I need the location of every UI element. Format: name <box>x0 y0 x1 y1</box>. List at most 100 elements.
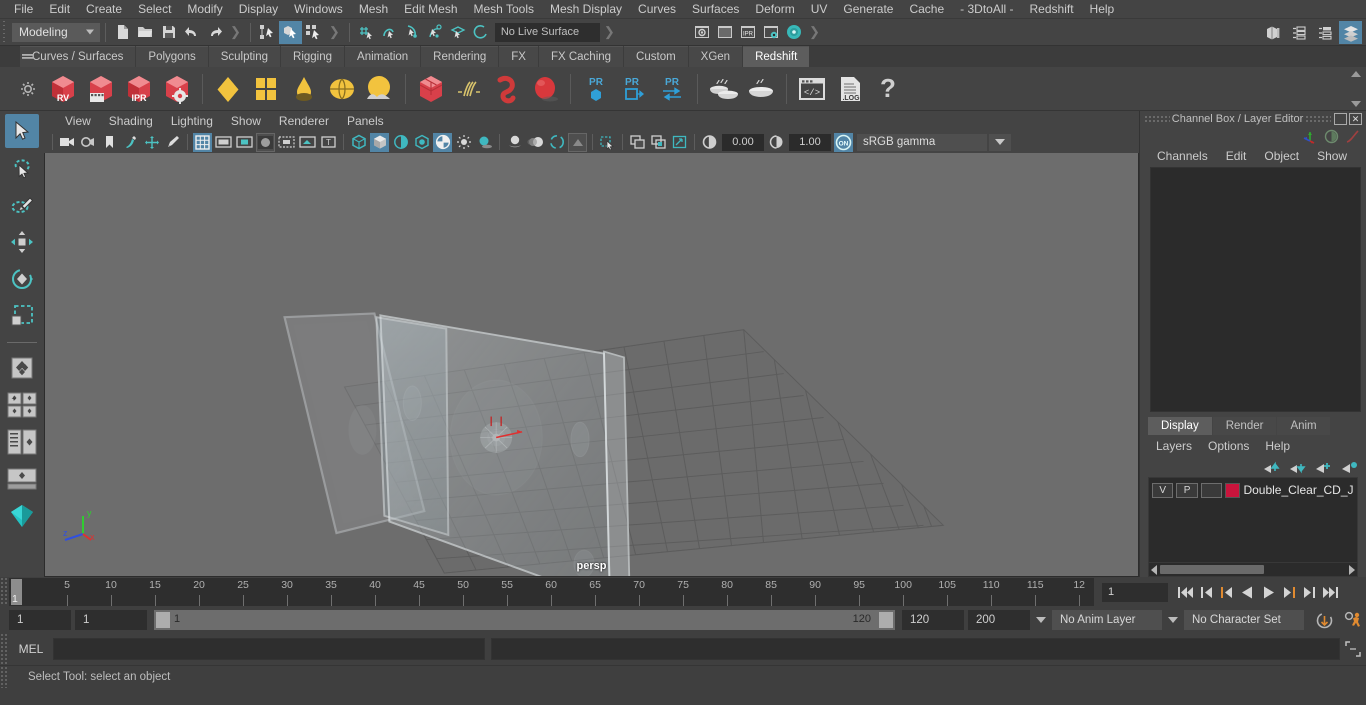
anim-layer-field[interactable]: No Anim Layer <box>1052 610 1162 630</box>
move-layer-down-icon[interactable] <box>1289 461 1306 474</box>
redo-icon[interactable] <box>203 21 226 44</box>
step-back-keyframe-icon[interactable] <box>1200 585 1214 600</box>
shelf-tab-sculpting[interactable]: Sculpting <box>208 46 281 67</box>
move-layer-up-icon[interactable] <box>1263 461 1280 474</box>
shadows-icon[interactable] <box>475 133 494 152</box>
command-language-label[interactable]: MEL <box>9 642 53 656</box>
shelf-button-redshift-ipr[interactable]: IPR <box>120 70 158 108</box>
curve-icon[interactable] <box>1345 129 1360 144</box>
show-hide-modeling-toolkit-icon[interactable] <box>1261 21 1284 44</box>
layer-tab-anim[interactable]: Anim <box>1277 417 1330 435</box>
range-bar[interactable]: 1 120 <box>154 610 895 630</box>
snap-to-grid-icon[interactable] <box>355 21 378 44</box>
isolate-select-icon[interactable] <box>598 133 617 152</box>
animation-preferences-icon[interactable] <box>1340 611 1366 630</box>
viewport-menu-panels[interactable]: Panels <box>338 113 393 129</box>
smooth-shade-selected-icon[interactable] <box>391 133 410 152</box>
camera-attributes-icon[interactable] <box>79 133 98 152</box>
step-forward-keyframe-icon[interactable] <box>1302 585 1316 600</box>
color-management-selector[interactable]: sRGB gamma <box>857 133 987 151</box>
render-current-frame-icon[interactable] <box>690 21 713 44</box>
shelf-tab-polygons[interactable]: Polygons <box>136 46 208 67</box>
go-to-start-icon[interactable] <box>1177 585 1194 600</box>
command-line-grip[interactable] <box>0 633 9 665</box>
menu-item-mesh-tools[interactable]: Mesh Tools <box>466 0 542 18</box>
duplicate-view-icon[interactable] <box>628 133 647 152</box>
shelf-button-redshift-material[interactable] <box>209 70 247 108</box>
select-by-object-icon[interactable] <box>278 20 302 44</box>
channel-box-layer-editor-icon[interactable] <box>1339 21 1362 44</box>
anim-layer-dropdown-arrow[interactable] <box>1034 610 1048 630</box>
go-to-end-icon[interactable] <box>1322 585 1339 600</box>
channel-box-menu-edit[interactable]: Edit <box>1217 148 1256 164</box>
shelf-tab-custom[interactable]: Custom <box>624 46 688 67</box>
scale-tool[interactable] <box>5 299 39 333</box>
menu-item-help[interactable]: Help <box>1082 0 1123 18</box>
menu-item-uv[interactable]: UV <box>803 0 836 18</box>
viewport-menu-shading[interactable]: Shading <box>100 113 162 129</box>
grid-toggle-icon[interactable] <box>193 132 212 152</box>
shelf-button-redshift-render-view[interactable]: RV <box>44 70 82 108</box>
layer-playback-toggle[interactable]: P <box>1176 482 1198 498</box>
menu-item-redshift[interactable]: Redshift <box>1022 0 1082 18</box>
axis-display-icon[interactable] <box>1301 129 1318 144</box>
layer-name[interactable]: Double_Clear_CD_Jew <box>1243 483 1354 497</box>
move-tool[interactable] <box>5 225 39 259</box>
script-editor-icon[interactable] <box>1344 640 1362 658</box>
layer-menu-help[interactable]: Help <box>1257 438 1298 454</box>
select-by-component-icon[interactable] <box>302 21 325 44</box>
character-set-dropdown-arrow[interactable] <box>1166 610 1180 630</box>
panel-grip-right[interactable] <box>1305 115 1331 123</box>
select-by-hierarchy-icon[interactable] <box>256 21 279 44</box>
shelf-tab-curves-surfaces[interactable]: Curves / Surfaces <box>20 46 136 67</box>
smooth-shade-all-icon[interactable] <box>370 132 389 152</box>
range-start-field[interactable]: 1 <box>75 610 147 630</box>
shelf-button-redshift-render-sequence[interactable] <box>82 70 120 108</box>
display-layer-row[interactable]: V P Double_Clear_CD_Jew <box>1149 480 1357 500</box>
screen-space-ao-icon[interactable] <box>505 133 524 152</box>
single-persp-layout[interactable] <box>5 462 39 496</box>
menu-item-windows[interactable]: Windows <box>286 0 351 18</box>
shelf-button-redshift-pr-export[interactable]: PR <box>615 70 653 108</box>
rotate-tool[interactable] <box>5 262 39 296</box>
channel-box-content[interactable] <box>1150 167 1361 412</box>
shelf-button-redshift-script-editor[interactable]: </> <box>793 70 831 108</box>
copy-view-icon[interactable] <box>649 133 668 152</box>
current-frame-field[interactable]: 1 <box>1102 582 1168 602</box>
attribute-editor-icon[interactable] <box>1287 21 1310 44</box>
ipr-render-icon[interactable]: IPR <box>736 21 759 44</box>
menu-item-modify[interactable]: Modify <box>179 0 230 18</box>
restore-icon[interactable] <box>1334 113 1347 125</box>
multisample-aa-icon[interactable] <box>547 133 566 152</box>
shelf-menu-icon[interactable] <box>20 49 36 63</box>
menu-item-generate[interactable]: Generate <box>835 0 901 18</box>
make-live-icon[interactable] <box>470 21 493 44</box>
menu-item-cache[interactable]: Cache <box>901 0 952 18</box>
shelf-tab-xgen[interactable]: XGen <box>688 46 743 67</box>
shelf-button-redshift-pr-object[interactable]: PR <box>577 70 615 108</box>
viewport-menu-show[interactable]: Show <box>222 113 270 129</box>
lasso-select-tool[interactable] <box>5 151 39 185</box>
menu-item-mesh[interactable]: Mesh <box>351 0 396 18</box>
render-region-icon[interactable] <box>713 21 736 44</box>
flat-shade-icon[interactable] <box>412 133 431 152</box>
viewport-menu-renderer[interactable]: Renderer <box>270 113 338 129</box>
menu-item-mesh-display[interactable]: Mesh Display <box>542 0 630 18</box>
shelf-button-redshift-hair[interactable] <box>450 70 488 108</box>
shelf-button-redshift-material-blender[interactable] <box>247 70 285 108</box>
layer-color-swatch[interactable] <box>1225 482 1241 498</box>
snap-to-projected-center-icon[interactable] <box>424 21 447 44</box>
layer-menu-layers[interactable]: Layers <box>1148 438 1200 454</box>
display-layer-list[interactable]: V P Double_Clear_CD_Jew <box>1148 477 1358 563</box>
menu-item-surfaces[interactable]: Surfaces <box>684 0 747 18</box>
menu-item-display[interactable]: Display <box>231 0 286 18</box>
new-scene-icon[interactable] <box>111 21 134 44</box>
menu-set-selector[interactable]: Modeling <box>12 22 100 42</box>
shelf-tab-rigging[interactable]: Rigging <box>281 46 345 67</box>
color-management-dropdown-arrow[interactable] <box>989 133 1011 151</box>
step-forward-frame-icon[interactable] <box>1282 585 1296 600</box>
bookmark-icon[interactable] <box>100 133 119 152</box>
shelf-button-redshift-environment[interactable] <box>361 70 399 108</box>
shelf-button-redshift-bake[interactable] <box>704 70 742 108</box>
shelf-button-redshift-sprite[interactable] <box>526 70 564 108</box>
